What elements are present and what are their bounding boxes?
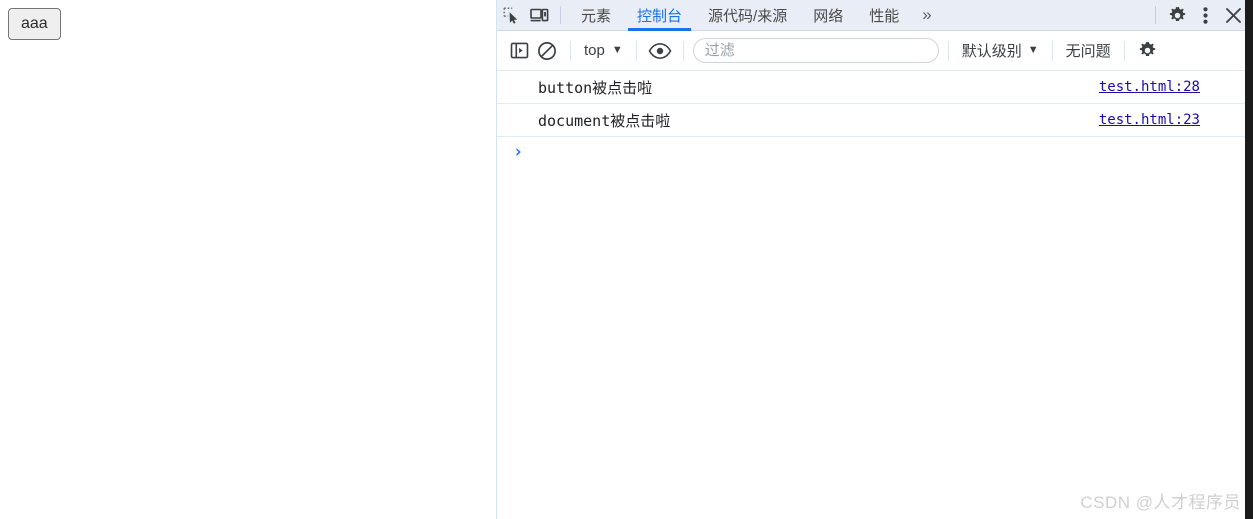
- execution-context-value: top: [584, 42, 605, 59]
- filterbar-divider-6: [1123, 40, 1125, 61]
- live-expression-eye-icon[interactable]: [646, 38, 674, 64]
- inspect-element-icon[interactable]: [497, 2, 525, 28]
- window-right-edge: [1245, 0, 1253, 519]
- tab-performance[interactable]: 性能: [856, 0, 912, 31]
- devtools-tabstrip: 元素 控制台 源代码/来源 网络 性能 »: [497, 0, 1253, 31]
- close-icon[interactable]: [1219, 2, 1247, 28]
- console-settings-gear-icon[interactable]: [1134, 38, 1162, 64]
- chevron-down-icon: ▼: [611, 44, 623, 56]
- console-filter-toolbar: top ▼ 默认级别 ▼ 无问题: [497, 31, 1253, 71]
- watermark: CSDN @人才程序员: [1080, 493, 1241, 512]
- filterbar-divider-1: [570, 40, 571, 61]
- more-tabs-chevron-icon[interactable]: »: [912, 0, 941, 31]
- console-prompt[interactable]: ›: [497, 137, 1253, 167]
- tab-elements-label: 元素: [581, 7, 612, 25]
- device-toolbar-icon[interactable]: [525, 2, 553, 28]
- page-aaa-button[interactable]: aaa: [8, 8, 61, 40]
- filterbar-divider-4: [947, 40, 949, 61]
- filter-input[interactable]: [692, 38, 939, 63]
- prompt-chevron-icon: ›: [513, 142, 524, 162]
- tabstrip-divider-1: [560, 6, 561, 24]
- console-sidebar-icon[interactable]: [505, 38, 533, 64]
- issues-status[interactable]: 无问题: [1062, 38, 1115, 63]
- console-message-text: document被点击啦: [538, 111, 671, 130]
- console-source-link[interactable]: test.html:23: [1099, 112, 1200, 128]
- tab-network[interactable]: 网络: [800, 0, 856, 31]
- chevron-down-icon-2: ▼: [1027, 44, 1039, 56]
- filterbar-divider-3: [682, 40, 684, 61]
- filterbar-divider-5: [1051, 40, 1053, 61]
- table-row[interactable]: button被点击啦 test.html:28: [497, 71, 1253, 104]
- gear-icon[interactable]: [1163, 2, 1191, 28]
- clear-console-icon[interactable]: [533, 38, 561, 64]
- tab-sources-label: 源代码/来源: [708, 7, 788, 25]
- tab-network-label: 网络: [813, 7, 844, 25]
- execution-context-select[interactable]: top ▼: [580, 40, 627, 61]
- tab-console-label: 控制台: [637, 7, 683, 25]
- table-row[interactable]: document被点击啦 test.html:23: [497, 104, 1253, 137]
- tab-sources[interactable]: 源代码/来源: [695, 0, 800, 31]
- more-tabs-label: »: [922, 5, 932, 24]
- log-level-select[interactable]: 默认级别 ▼: [958, 38, 1043, 63]
- console-message-text: button被点击啦: [538, 78, 653, 97]
- console-message-list: button被点击啦 test.html:28 document被点击啦 tes…: [497, 71, 1253, 519]
- screenshot-root: aaa 元素 控制台 源代码/来源 网络 性能 » top ▼ 过滤 默认级别 …: [0, 0, 1253, 519]
- tabstrip-divider-2: [1155, 6, 1156, 24]
- tab-performance-label: 性能: [869, 7, 900, 25]
- console-source-link[interactable]: test.html:28: [1099, 79, 1200, 95]
- devtools-panel: 元素 控制台 源代码/来源 网络 性能 » top ▼ 过滤 默认级别 ▼ 无问…: [497, 0, 1253, 519]
- tab-console[interactable]: 控制台: [624, 0, 695, 31]
- tab-elements[interactable]: 元素: [568, 0, 624, 31]
- log-level-label: 默认级别: [961, 43, 1022, 60]
- three-dot-menu-icon[interactable]: [1191, 2, 1219, 28]
- filterbar-divider-2: [635, 40, 637, 61]
- tabstrip-right-actions: [1148, 2, 1253, 28]
- web-page-pane: aaa: [0, 0, 497, 519]
